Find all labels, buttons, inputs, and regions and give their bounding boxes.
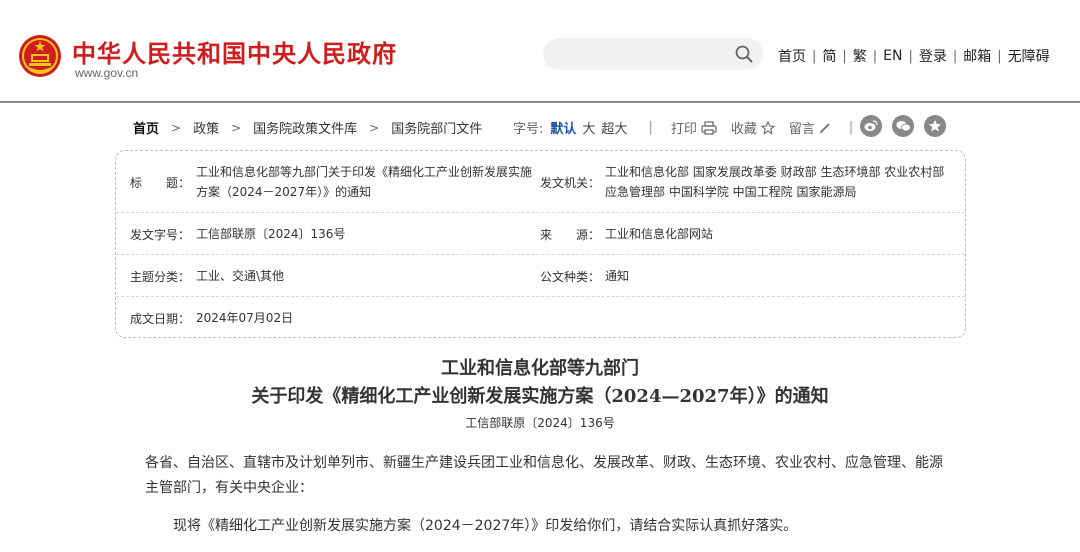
link-accessibility[interactable]: 无障碍 xyxy=(1002,46,1056,66)
link-simplified[interactable]: 简 xyxy=(816,46,842,66)
link-home[interactable]: 首页 xyxy=(772,46,812,66)
comment-label: 留言 xyxy=(788,122,815,137)
top-links: 首页 | 简 | 繁 | EN | 登录 | 邮箱 | 无障碍 xyxy=(772,46,1056,66)
doc-no-value: 工信部联原〔2024〕136号 xyxy=(196,227,346,241)
link-english[interactable]: EN xyxy=(877,48,908,64)
chevron-right-icon: > xyxy=(171,120,182,135)
divider: | xyxy=(848,120,854,135)
issuer-value: 工业和信息化部 国家发展改革委 财政部 生态环境部 农业农村部 应急管理部 中国… xyxy=(605,165,945,199)
type-value: 通知 xyxy=(605,269,630,283)
font-size-label: 字号: xyxy=(513,122,544,137)
source-label: 来 源： xyxy=(540,228,601,242)
divider: | xyxy=(648,120,653,135)
font-size-large[interactable]: 大 xyxy=(582,118,595,137)
date-label: 成文日期： xyxy=(130,312,191,326)
info-row-docno: 发文字号： 工信部联原〔2024〕136号 来 源： 工业和信息化部网站 xyxy=(116,213,965,255)
search-icon[interactable] xyxy=(735,45,753,63)
printer-icon xyxy=(701,120,717,135)
title-label: 标 题： xyxy=(130,176,191,190)
document-info-box: 标 题： 工业和信息化部等九部门关于印发《精细化工产业创新发展实施方案（2024… xyxy=(115,150,966,338)
topic-value: 工业、交通\其他 xyxy=(196,269,285,283)
doc-no-label: 发文字号： xyxy=(130,228,191,242)
info-row-topic: 主题分类： 工业、交通\其他 公文种类： 通知 xyxy=(116,255,965,297)
document-paragraph: 各省、自治区、直辖市及计划单列市、新疆生产建设兵团工业和信息化、发展改革、财政、… xyxy=(145,455,943,496)
favorite-label: 收藏 xyxy=(730,122,757,137)
site-url: www.gov.cn xyxy=(75,66,139,80)
weibo-share-button[interactable] xyxy=(860,115,882,137)
breadcrumb-home[interactable]: 首页 xyxy=(133,118,159,137)
info-row-title: 标 题： 工业和信息化部等九部门关于印发《精细化工产业创新发展实施方案（2024… xyxy=(116,151,965,213)
source-value: 工业和信息化部网站 xyxy=(605,227,714,241)
site-header: 中华人民共和国中央人民政府 www.gov.cn 首页 | 简 | 繁 | EN | 登… xyxy=(0,0,1080,103)
print-label: 打印 xyxy=(670,122,697,137)
search-input[interactable] xyxy=(543,38,763,70)
wechat-icon xyxy=(896,121,911,132)
breadcrumb: 首页 > 政策 > 国务院政策文件库 > 国务院部门文件 xyxy=(133,118,482,138)
topic-label: 主题分类： xyxy=(130,270,191,284)
site-title[interactable]: 中华人民共和国中央人民政府 xyxy=(72,34,397,69)
link-login[interactable]: 登录 xyxy=(913,46,953,66)
type-label: 公文种类： xyxy=(540,270,601,284)
font-size-default[interactable]: 默认 xyxy=(550,118,576,137)
star-icon xyxy=(760,120,775,135)
title-value: 工业和信息化部等九部门关于印发《精细化工产业创新发展实施方案（2024－2027… xyxy=(196,165,533,199)
breadcrumb-policy-library[interactable]: 国务院政策文件库 xyxy=(253,118,357,137)
link-mailbox[interactable]: 邮箱 xyxy=(957,46,997,66)
national-emblem-icon[interactable] xyxy=(18,34,62,78)
breadcrumb-bar: 首页 > 政策 > 国务院政策文件库 > 国务院部门文件 字号: 默认 大 超大… xyxy=(0,105,1080,147)
qzone-share-button[interactable] xyxy=(924,115,946,137)
print-button[interactable]: 打印 xyxy=(671,118,717,137)
chevron-right-icon: > xyxy=(369,120,380,135)
breadcrumb-policy[interactable]: 政策 xyxy=(193,118,219,137)
weibo-icon xyxy=(864,120,878,131)
breadcrumb-department-docs[interactable]: 国务院部门文件 xyxy=(391,118,482,137)
document-number: 工信部联原〔2024〕136号 xyxy=(465,416,615,430)
date-value: 2024年07月02日 xyxy=(196,311,294,325)
comment-button[interactable]: 留言 xyxy=(789,118,831,137)
wechat-share-button[interactable] xyxy=(892,115,914,137)
pencil-icon xyxy=(820,122,830,133)
issuer-label: 发文机关： xyxy=(540,176,601,190)
chevron-right-icon: > xyxy=(231,120,242,135)
document-paragraph: 现将《精细化工产业创新发展实施方案（2024－2027年）》印发给你们，请结合实… xyxy=(173,518,798,534)
document-title-line2: 关于印发《精细化工产业创新发展实施方案（2024—2027年）》的通知 xyxy=(251,386,829,407)
info-row-date: 成文日期： 2024年07月02日 xyxy=(116,297,965,337)
qzone-icon xyxy=(929,120,941,132)
font-size-xlarge[interactable]: 超大 xyxy=(601,118,627,137)
link-traditional[interactable]: 繁 xyxy=(847,46,873,66)
favorite-button[interactable]: 收藏 xyxy=(731,118,775,137)
page-tools: 字号: 默认 大 超大 | 打印 收藏 留言 | xyxy=(513,118,871,137)
document-title-line1: 工业和信息化部等九部门 xyxy=(441,358,639,379)
